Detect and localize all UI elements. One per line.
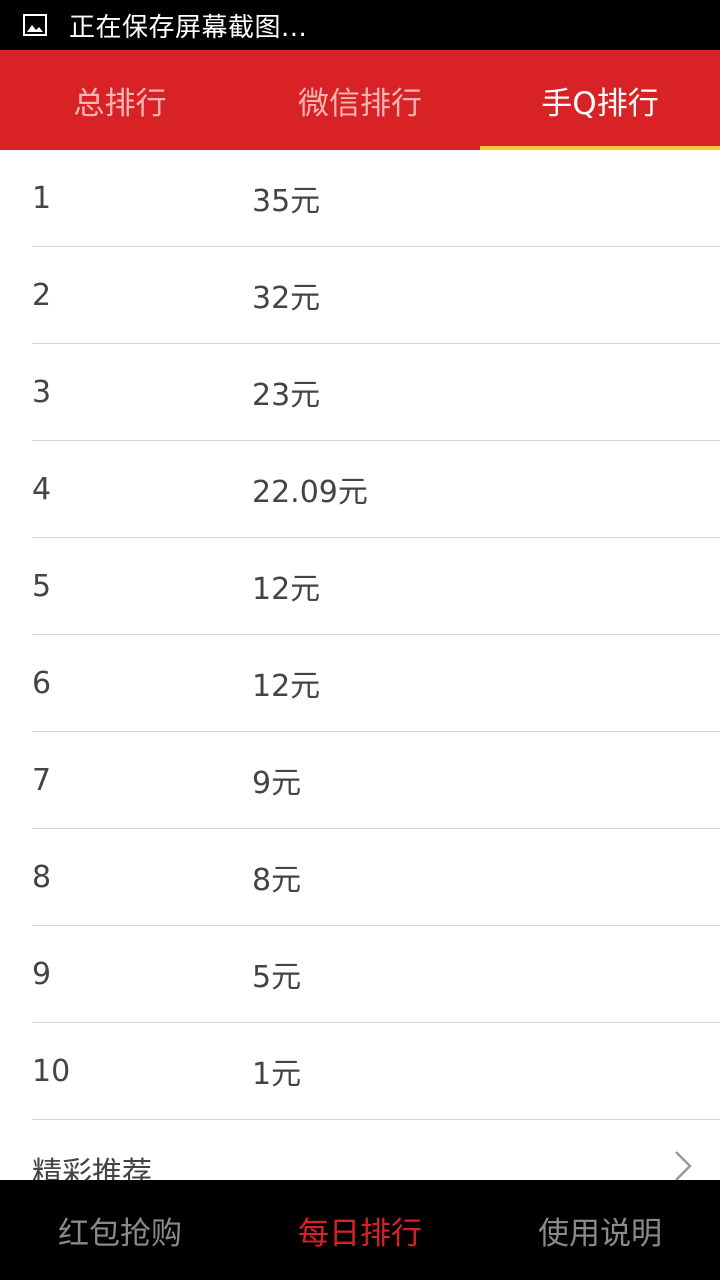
recommend-link[interactable]: 精彩推荐 (32, 1118, 720, 1180)
table-row: 4 22.09元 (32, 441, 720, 538)
recommend-label: 精彩推荐 (32, 1156, 152, 1180)
rank-number: 8 (32, 859, 52, 895)
ranking-tabs: 总排行 微信排行 手Q排行 (0, 50, 720, 150)
amount-value: 5元 (252, 960, 302, 995)
tab-total-ranking[interactable]: 总排行 (0, 50, 240, 150)
table-row: 6 12元 (32, 635, 720, 732)
table-row: 5 12元 (32, 538, 720, 635)
status-bar: 正在保存屏幕截图... (0, 0, 720, 50)
amount-value: 12元 (252, 572, 321, 607)
table-row: 7 9元 (32, 732, 720, 829)
rank-number: 2 (32, 277, 52, 313)
nav-red-packet-grab[interactable]: 红包抢购 (0, 1180, 240, 1280)
rank-number: 10 (32, 1053, 71, 1089)
rank-number: 7 (32, 762, 52, 798)
rank-number: 5 (32, 568, 52, 604)
tab-wechat-ranking[interactable]: 微信排行 (240, 50, 480, 150)
tab-qq-ranking[interactable]: 手Q排行 (480, 50, 720, 150)
chevron-right-icon (674, 1150, 692, 1180)
amount-value: 12元 (252, 669, 321, 704)
amount-value: 32元 (252, 281, 321, 316)
status-text: 正在保存屏幕截图... (69, 12, 308, 43)
amount-value: 22.09元 (252, 475, 368, 510)
rank-number: 1 (32, 180, 52, 216)
table-row: 8 8元 (32, 829, 720, 926)
rank-number: 9 (32, 956, 52, 992)
ranking-list: 1 35元 2 32元 3 23元 4 22.09元 5 12元 6 12元 7… (0, 150, 720, 1120)
amount-value: 35元 (252, 184, 321, 219)
bottom-nav: 红包抢购 每日排行 使用说明 (0, 1180, 720, 1280)
table-row: 10 1元 (32, 1023, 720, 1120)
table-row: 2 32元 (32, 247, 720, 344)
rank-number: 3 (32, 374, 52, 410)
nav-daily-ranking[interactable]: 每日排行 (240, 1180, 480, 1280)
amount-value: 8元 (252, 863, 302, 898)
image-icon (23, 14, 47, 36)
rank-number: 4 (32, 471, 52, 507)
nav-instructions[interactable]: 使用说明 (480, 1180, 720, 1280)
amount-value: 23元 (252, 378, 321, 413)
rank-number: 6 (32, 665, 52, 701)
table-row: 1 35元 (32, 150, 720, 247)
amount-value: 9元 (252, 766, 302, 801)
amount-value: 1元 (252, 1057, 302, 1092)
table-row: 3 23元 (32, 344, 720, 441)
table-row: 9 5元 (32, 926, 720, 1023)
